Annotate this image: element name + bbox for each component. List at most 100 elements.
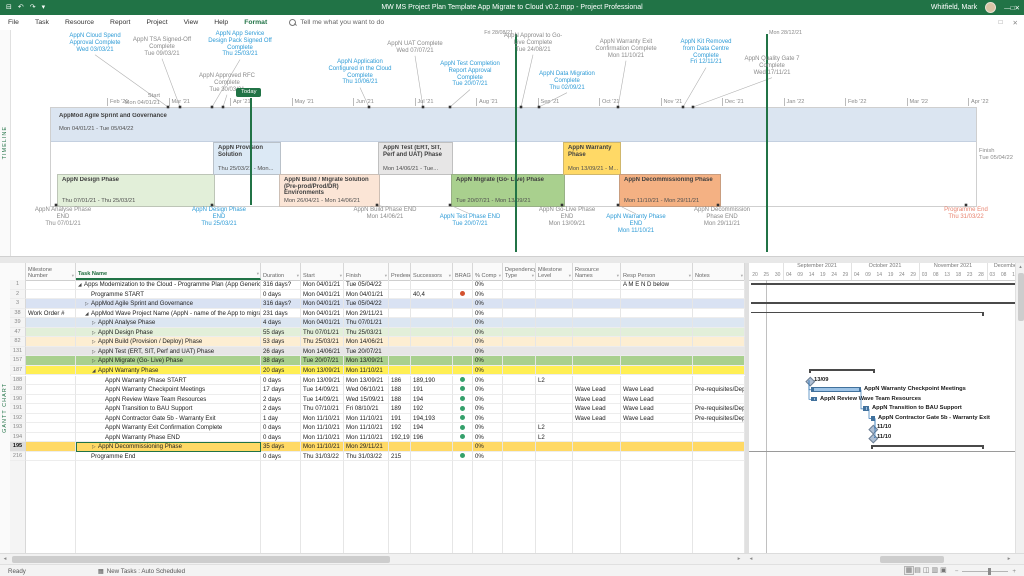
cell-task-name[interactable]: ▷AppMod Agile Sprint and Governance [76, 299, 261, 309]
cell-rownum[interactable]: 195 [10, 442, 26, 452]
empty-cell[interactable] [261, 519, 301, 529]
empty-cell[interactable] [536, 500, 573, 510]
cell--comp[interactable]: 0% [473, 452, 503, 462]
cell-dependency-type[interactable] [503, 366, 536, 376]
ribbon-tab-report[interactable]: Report [102, 15, 138, 30]
cell-milestone-number[interactable] [26, 385, 76, 395]
empty-cell[interactable] [453, 471, 473, 481]
cell-task-name[interactable]: ◢AppN Warranty Phase [76, 366, 261, 376]
empty-cell[interactable] [573, 519, 621, 529]
zoom-out-button[interactable]: − [955, 568, 959, 575]
timeline-callout[interactable]: AppN Quality Gate 7CompleteWed 17/11/21 [724, 56, 820, 76]
cell-rownum[interactable]: 82 [10, 337, 26, 347]
cell-resource-names[interactable] [573, 442, 621, 452]
empty-cell[interactable] [344, 490, 389, 500]
ribbon-tab-help[interactable]: Help [206, 15, 236, 30]
column-header--comp[interactable]: % Comp▾ [473, 263, 503, 280]
cell-milestone-number[interactable] [26, 433, 76, 443]
empty-row[interactable] [10, 528, 745, 538]
cell-start[interactable]: Mon 14/06/21 [301, 347, 344, 357]
cell-notes[interactable]: Pre-requisites/Dep [693, 414, 745, 424]
ribbon-tab-view[interactable]: View [176, 15, 207, 30]
cell-dependency-type[interactable] [503, 414, 536, 424]
empty-cell[interactable] [573, 509, 621, 519]
cell-milestone-level[interactable] [536, 318, 573, 328]
cell-resource-names[interactable] [573, 423, 621, 433]
close-button[interactable]: ✕ [1015, 5, 1020, 12]
cell-notes[interactable] [693, 290, 745, 300]
cell-notes[interactable] [693, 452, 745, 462]
cell-brag[interactable] [453, 280, 473, 290]
empty-cell[interactable] [261, 481, 301, 491]
empty-cell[interactable] [621, 509, 693, 519]
cell-duration[interactable]: 0 days [261, 452, 301, 462]
timeline-phase-bar[interactable]: AppN Migrate (Go- Live) PhaseTue 20/07/2… [451, 174, 565, 207]
cell-finish[interactable]: Thu 07/01/21 [344, 318, 389, 328]
filter-arrow-icon[interactable]: ▾ [385, 274, 387, 279]
cell-duration[interactable]: 38 days [261, 356, 301, 366]
cell-milestone-number[interactable] [26, 366, 76, 376]
cell-finish[interactable]: Mon 13/09/21 [344, 376, 389, 386]
cell-resp-person[interactable] [621, 309, 693, 319]
empty-cell[interactable] [621, 500, 693, 510]
vertical-scrollbar[interactable]: ▴ ▾ [1015, 263, 1024, 564]
filter-arrow-icon[interactable]: ▾ [407, 274, 409, 279]
empty-cell[interactable] [621, 471, 693, 481]
timeline-callout[interactable]: AppN Data MigrationCompleteThu 02/09/21 [519, 71, 615, 91]
empty-cell[interactable] [389, 500, 411, 510]
table-row[interactable]: 2Programme START0 daysMon 04/01/21Mon 04… [10, 290, 745, 300]
zoom-in-button[interactable]: + [1012, 568, 1016, 575]
cell-milestone-number[interactable] [26, 404, 76, 414]
empty-cell[interactable] [261, 471, 301, 481]
cell-duration[interactable]: 53 days [261, 337, 301, 347]
timeline-callout[interactable]: AppN Test Phase ENDTue 20/07/21 [422, 214, 518, 228]
empty-cell[interactable] [693, 538, 745, 548]
table-row[interactable]: 193AppN Warranty Exit Confirmation Compl… [10, 423, 745, 433]
cell-successors[interactable] [411, 299, 453, 309]
cell--comp[interactable]: 0% [473, 347, 503, 357]
cell-notes[interactable] [693, 280, 745, 290]
timeline-callout[interactable]: AppN App ServiceDesign Pack Signed OffCo… [192, 31, 288, 58]
cell--comp[interactable]: 0% [473, 423, 503, 433]
empty-cell[interactable] [76, 461, 261, 471]
cell-milestone-number[interactable] [26, 290, 76, 300]
column-header-start[interactable]: Start▾ [301, 263, 344, 280]
empty-cell[interactable] [453, 528, 473, 538]
cell-start[interactable]: Mon 13/09/21 [301, 376, 344, 386]
cell-rownum[interactable]: 191 [10, 404, 26, 414]
status-new-tasks[interactable]: ▦ New Tasks : Auto Scheduled [98, 568, 185, 575]
empty-cell[interactable] [573, 538, 621, 548]
cell--comp[interactable]: 0% [473, 395, 503, 405]
empty-cell[interactable] [411, 509, 453, 519]
cell-milestone-level[interactable] [536, 404, 573, 414]
cell-notes[interactable] [693, 366, 745, 376]
empty-cell[interactable] [453, 538, 473, 548]
cell-start[interactable]: Mon 04/01/21 [301, 309, 344, 319]
empty-cell[interactable] [26, 500, 76, 510]
cell-finish[interactable]: Mon 29/11/21 [344, 309, 389, 319]
cell-successors[interactable] [411, 356, 453, 366]
timeline-callout[interactable]: AppN Warranty PhaseENDMon 11/10/21 [588, 214, 684, 234]
ribbon-tab-file[interactable]: File [0, 15, 27, 30]
cell-start[interactable]: Mon 11/10/21 [301, 414, 344, 424]
cell-task-name[interactable]: AppN Warranty Phase END [76, 433, 261, 443]
cell-task-name[interactable]: AppN Transition to BAU Support [76, 404, 261, 414]
empty-cell[interactable] [536, 481, 573, 491]
empty-row[interactable] [10, 509, 745, 519]
cell-predeces[interactable] [389, 328, 411, 338]
cell-resource-names[interactable]: Wave Lead [573, 414, 621, 424]
cell-rownum[interactable]: 192 [10, 414, 26, 424]
timeline-phase-bar[interactable]: AppN Provision SolutionThu 25/03/21 - Mo… [213, 142, 281, 175]
empty-cell[interactable] [10, 519, 26, 529]
empty-cell[interactable] [10, 528, 26, 538]
cell--comp[interactable]: 0% [473, 376, 503, 386]
cell-notes[interactable] [693, 328, 745, 338]
column-header-brag[interactable]: BRAG▾ [453, 263, 473, 280]
cell-dependency-type[interactable] [503, 290, 536, 300]
timeline-summary-bar[interactable]: AppMod Agile Sprint and Governance Mon 0… [51, 108, 976, 142]
cell-predeces[interactable]: 191 [389, 414, 411, 424]
empty-cell[interactable] [453, 500, 473, 510]
cell-start[interactable]: Tue 20/07/21 [301, 356, 344, 366]
cell-task-name[interactable]: ▷AppN Decommissioning Phase [76, 442, 261, 452]
cell-resp-person[interactable] [621, 442, 693, 452]
